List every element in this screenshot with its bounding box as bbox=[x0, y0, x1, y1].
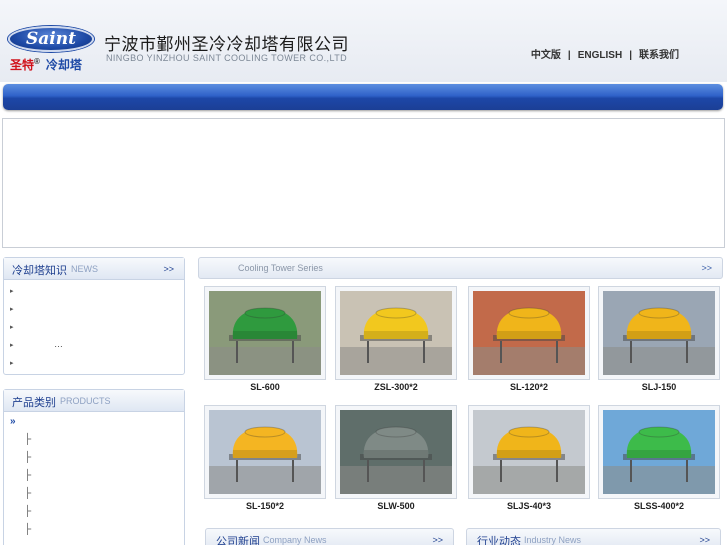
product-image[interactable] bbox=[473, 410, 585, 494]
product-name[interactable]: SL-120*2 bbox=[468, 382, 590, 392]
product-card[interactable] bbox=[598, 405, 720, 499]
cooling-tower-photo bbox=[209, 410, 321, 494]
products-title-cn: 产品类别 bbox=[12, 397, 56, 409]
product-name[interactable]: ZSL-300*2 bbox=[335, 382, 457, 392]
nav-chinese[interactable]: 中文版 bbox=[531, 50, 561, 61]
cooling-tower-photo bbox=[603, 291, 715, 375]
category-item[interactable]: ├ bbox=[10, 506, 184, 524]
cooling-tower-photo bbox=[340, 410, 452, 494]
products-box-header: 产品类别 PRODUCTS bbox=[4, 390, 184, 412]
news-list: ▸ ▸ ▸ ▸… ▸ bbox=[4, 280, 184, 375]
product-card[interactable] bbox=[468, 286, 590, 380]
nav-english[interactable]: ENGLISH bbox=[578, 50, 622, 61]
product-name[interactable]: SL-150*2 bbox=[204, 501, 326, 511]
list-item[interactable]: ▸ bbox=[10, 303, 184, 321]
product-card[interactable] bbox=[204, 286, 326, 380]
saint-logo[interactable]: Saint bbox=[8, 26, 94, 52]
bullet-icon: ▸ bbox=[10, 342, 14, 349]
logo-subtitle: 圣特® 冷却塔 bbox=[10, 56, 82, 73]
nav-separator: | bbox=[567, 50, 571, 61]
bullet-icon: ▸ bbox=[10, 360, 14, 367]
cooling-tower-photo bbox=[340, 291, 452, 375]
product-image[interactable] bbox=[603, 291, 715, 375]
product-name[interactable]: SLJ-150 bbox=[598, 382, 720, 392]
products-title-en: PRODUCTS bbox=[60, 396, 111, 406]
series-header: Cooling Tower Series >> bbox=[198, 257, 723, 279]
product-image[interactable] bbox=[209, 410, 321, 494]
bullet-icon: ▸ bbox=[10, 288, 14, 295]
series-title: Cooling Tower Series bbox=[238, 263, 323, 273]
company-news-header: 公司新闻 Company News >> bbox=[205, 528, 454, 545]
category-item[interactable]: ├ bbox=[10, 434, 184, 452]
product-card[interactable] bbox=[335, 286, 457, 380]
company-news-title-en: Company News bbox=[263, 535, 327, 545]
category-item[interactable]: ├ bbox=[10, 524, 184, 542]
list-item[interactable]: ▸ bbox=[10, 357, 184, 375]
registered-mark: ® bbox=[34, 57, 40, 66]
series-more-link[interactable]: >> bbox=[701, 263, 712, 273]
category-item[interactable]: ├ bbox=[10, 470, 184, 488]
cooling-tower-photo bbox=[603, 410, 715, 494]
list-item[interactable]: ▸ bbox=[10, 285, 184, 303]
product-image[interactable] bbox=[603, 410, 715, 494]
news-box: 冷却塔知识 NEWS >> ▸ ▸ ▸ ▸… ▸ bbox=[3, 257, 185, 375]
category-item[interactable]: ├ bbox=[10, 488, 184, 506]
product-image[interactable] bbox=[209, 291, 321, 375]
product-image[interactable] bbox=[340, 410, 452, 494]
product-card[interactable] bbox=[598, 286, 720, 380]
product-name[interactable]: SL-600 bbox=[204, 382, 326, 392]
nav-contact[interactable]: 联系我们 bbox=[639, 50, 679, 61]
bullet-icon: ▸ bbox=[10, 324, 14, 331]
logo-text: Saint bbox=[26, 29, 76, 49]
news-title-en: NEWS bbox=[71, 264, 98, 274]
company-name-cn: 宁波市鄞州圣冷冷却塔有限公司 bbox=[104, 35, 349, 55]
news-more-link[interactable]: >> bbox=[163, 264, 174, 274]
product-card[interactable] bbox=[204, 405, 326, 499]
category-item[interactable]: » bbox=[10, 416, 184, 434]
product-card[interactable] bbox=[335, 405, 457, 499]
cooling-tower-photo bbox=[209, 291, 321, 375]
products-box: 产品类别 PRODUCTS » ├ ├ ├ ├ ├ ├ bbox=[3, 389, 185, 545]
site-header: Saint 圣特® 冷却塔 宁波市鄞州圣冷冷却塔有限公司 NINGBO YINZH… bbox=[0, 0, 727, 82]
top-nav: 中文版 | ENGLISH | 联系我们 bbox=[531, 46, 679, 61]
news-title-cn: 冷却塔知识 bbox=[12, 265, 67, 277]
product-image[interactable] bbox=[473, 291, 585, 375]
news-box-header: 冷却塔知识 NEWS >> bbox=[4, 258, 184, 280]
product-name[interactable]: SLW-500 bbox=[335, 501, 457, 511]
industry-news-more-link[interactable]: >> bbox=[699, 535, 710, 545]
logo-cn-blue: 冷却塔 bbox=[45, 58, 82, 72]
product-image[interactable] bbox=[340, 291, 452, 375]
logo-cn-red: 圣特 bbox=[10, 58, 35, 72]
bullet-icon: ▸ bbox=[10, 306, 14, 313]
product-category-list: » ├ ├ ├ ├ ├ ├ bbox=[4, 412, 184, 542]
product-name[interactable]: SLSS-400*2 bbox=[598, 501, 720, 511]
industry-news-title-en: Industry News bbox=[524, 535, 582, 545]
cooling-tower-photo bbox=[473, 410, 585, 494]
company-news-title-cn: 公司新闻 bbox=[216, 536, 260, 545]
industry-news-header: 行业动态 Industry News >> bbox=[466, 528, 721, 545]
category-item[interactable]: ├ bbox=[10, 452, 184, 470]
banner-area bbox=[2, 118, 725, 248]
list-item[interactable]: ▸ bbox=[10, 321, 184, 339]
company-news-more-link[interactable]: >> bbox=[432, 535, 443, 545]
product-card[interactable] bbox=[468, 405, 590, 499]
product-name[interactable]: SLJS-40*3 bbox=[468, 501, 590, 511]
list-item[interactable]: ▸… bbox=[10, 339, 184, 357]
main-nav-bar bbox=[3, 84, 723, 110]
cooling-tower-photo bbox=[473, 291, 585, 375]
company-name-en: NINGBO YINZHOU SAINT COOLING TOWER CO.,L… bbox=[106, 53, 347, 63]
industry-news-title-cn: 行业动态 bbox=[477, 536, 521, 545]
nav-separator: | bbox=[629, 50, 632, 61]
